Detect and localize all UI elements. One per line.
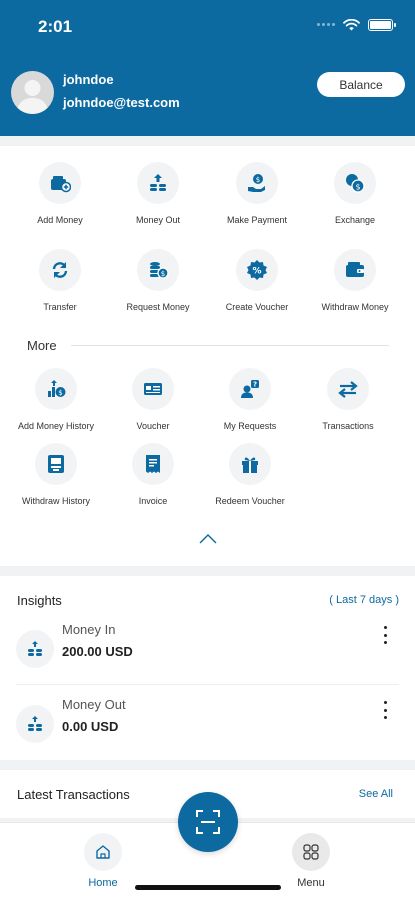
more-options-icon[interactable] xyxy=(379,626,391,644)
insight-amount: 200.00 USD xyxy=(62,644,133,659)
see-all-link[interactable]: See All xyxy=(359,788,393,800)
more-label-text: Invoice xyxy=(138,496,168,506)
voucher-card-icon xyxy=(132,368,174,410)
signal-dots-icon xyxy=(317,23,335,27)
nav-label: Menu xyxy=(297,877,325,889)
coins-stack-icon xyxy=(16,705,54,743)
wallet-icon xyxy=(334,249,376,291)
action-label: Request Money xyxy=(126,302,190,312)
more-label-text: Voucher xyxy=(136,421,170,431)
hand-payment-icon: $ xyxy=(236,162,278,204)
action-request-money[interactable]: $ Request Money xyxy=(108,249,208,312)
action-add-money[interactable]: Add Money xyxy=(10,162,110,225)
action-label: Money Out xyxy=(135,215,181,225)
chevron-up-icon[interactable] xyxy=(198,532,218,550)
more-label: More xyxy=(27,338,57,353)
latest-transactions-title: Latest Transactions xyxy=(17,787,130,802)
insights-card: Insights ( Last 7 days ) Money In 200.00… xyxy=(0,576,415,760)
action-label: Create Voucher xyxy=(225,302,289,312)
more-label-text: Transactions xyxy=(322,421,374,431)
wifi-icon xyxy=(343,19,360,31)
scan-button[interactable] xyxy=(178,792,238,852)
action-make-payment[interactable]: $ Make Payment xyxy=(207,162,307,225)
svg-text:$: $ xyxy=(58,389,62,397)
grid-menu-icon xyxy=(292,833,330,871)
nav-home[interactable]: Home xyxy=(84,833,122,889)
more-label-text: Withdraw History xyxy=(21,496,90,506)
insight-name: Money Out xyxy=(62,697,126,712)
more-voucher[interactable]: Voucher xyxy=(103,368,203,431)
chart-coin-icon: $ xyxy=(35,368,77,410)
wallet-plus-icon xyxy=(39,162,81,204)
more-options-icon[interactable] xyxy=(379,701,391,719)
action-withdraw-money[interactable]: Withdraw Money xyxy=(305,249,405,312)
more-section-header: More xyxy=(27,338,389,353)
more-add-money-history[interactable]: $ Add Money History xyxy=(6,368,106,431)
more-withdraw-history[interactable]: Withdraw History xyxy=(6,443,106,506)
home-icon xyxy=(84,833,122,871)
action-label: Transfer xyxy=(43,302,77,312)
action-label: Withdraw Money xyxy=(321,302,389,312)
divider xyxy=(70,345,389,346)
divider xyxy=(16,684,399,685)
insight-money-out: Money Out 0.00 USD xyxy=(16,693,399,755)
app-header: 2:01 johndoe johndoe@test.com Balance xyxy=(0,0,415,136)
more-invoice[interactable]: Invoice xyxy=(103,443,203,506)
more-redeem-voucher[interactable]: Redeem Voucher xyxy=(200,443,300,506)
transfer-arrows-icon xyxy=(39,249,81,291)
battery-icon xyxy=(368,19,396,31)
coins-stack-icon xyxy=(16,630,54,668)
svg-text:$: $ xyxy=(161,270,165,278)
user-email: johndoe@test.com xyxy=(63,95,180,110)
invoice-icon xyxy=(132,443,174,485)
atm-icon xyxy=(35,443,77,485)
insight-name: Money In xyxy=(62,622,116,637)
nav-menu[interactable]: Menu xyxy=(292,833,330,889)
status-time: 2:01 xyxy=(38,17,73,36)
action-transfer[interactable]: Transfer xyxy=(10,249,110,312)
svg-text:%: % xyxy=(252,267,261,277)
nav-label: Home xyxy=(88,877,118,889)
more-label-text: Redeem Voucher xyxy=(215,496,285,506)
home-indicator xyxy=(135,885,281,890)
action-money-out[interactable]: Money Out xyxy=(108,162,208,225)
more-label-text: Add Money History xyxy=(17,421,95,431)
status-bar: 2:01 xyxy=(0,0,415,52)
balance-button[interactable]: Balance xyxy=(317,72,405,97)
status-icons xyxy=(317,19,396,31)
swap-arrows-icon xyxy=(327,368,369,410)
more-transactions[interactable]: Transactions xyxy=(298,368,398,431)
quick-actions-card: Add Money Money Out $ Make Payment $ Exc… xyxy=(0,146,415,566)
action-create-voucher[interactable]: % Create Voucher xyxy=(207,249,307,312)
discount-badge-icon: % xyxy=(236,249,278,291)
action-exchange[interactable]: $ Exchange xyxy=(305,162,405,225)
insights-range-link[interactable]: ( Last 7 days ) xyxy=(329,594,399,606)
currency-exchange-icon: $ xyxy=(334,162,376,204)
insight-money-in: Money In 200.00 USD xyxy=(16,618,399,680)
action-label: Add Money xyxy=(37,215,83,225)
action-label: Exchange xyxy=(334,215,376,225)
action-label: Make Payment xyxy=(226,215,288,225)
more-label-text: My Requests xyxy=(223,421,277,431)
user-question-icon: ? xyxy=(229,368,271,410)
insights-title: Insights xyxy=(17,593,62,608)
more-my-requests[interactable]: ? My Requests xyxy=(200,368,300,431)
username: johndoe xyxy=(63,72,114,87)
avatar[interactable] xyxy=(11,71,54,114)
upload-coins-icon xyxy=(137,162,179,204)
scan-qr-icon xyxy=(196,810,220,834)
svg-text:?: ? xyxy=(253,381,257,389)
svg-text:$: $ xyxy=(355,183,360,192)
svg-text:$: $ xyxy=(256,176,260,184)
insight-amount: 0.00 USD xyxy=(62,719,119,734)
gift-icon xyxy=(229,443,271,485)
coins-request-icon: $ xyxy=(137,249,179,291)
